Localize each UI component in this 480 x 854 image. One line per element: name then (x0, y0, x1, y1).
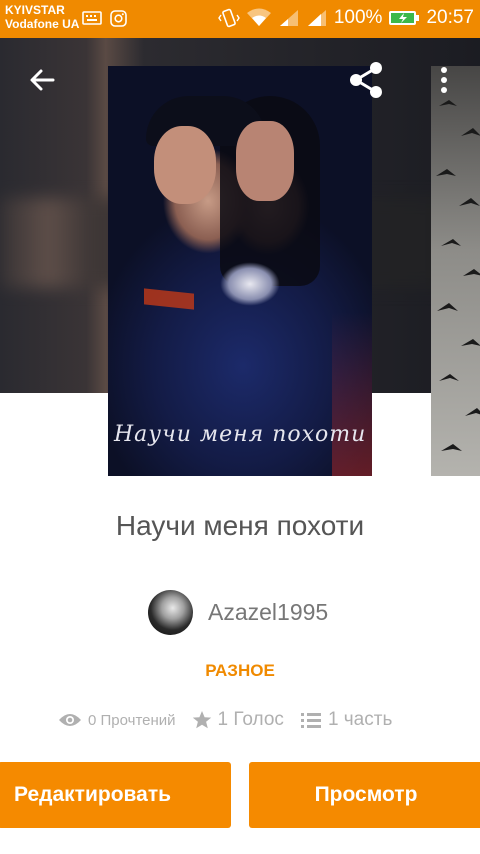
battery-charging-icon (389, 11, 420, 25)
cover-red-tint (332, 66, 372, 476)
battery-percent: 100% (333, 7, 383, 28)
signal-2-icon (307, 10, 326, 26)
reads-stat: 0 Прочтений (58, 712, 176, 729)
carrier-names: KYIVSTAR Vodafone UA (5, 3, 79, 31)
story-category[interactable]: РАЗНОЕ (0, 661, 480, 681)
story-cover[interactable]: Научи меня похоти (108, 66, 372, 476)
back-arrow-icon[interactable] (26, 64, 58, 96)
list-icon (300, 713, 321, 728)
signal-1-icon (279, 10, 298, 26)
share-icon[interactable] (346, 60, 386, 100)
story-stats: 0 Прочтений 1 Голос 1 часть (58, 709, 408, 731)
keyboard-icon (82, 11, 102, 25)
parts-stat: 1 часть (300, 709, 392, 731)
parts-count: 1 часть (327, 709, 393, 730)
vibrate-icon (218, 8, 240, 28)
votes-count: 1 Голос (217, 709, 284, 730)
cover-face-man (154, 126, 216, 204)
edit-button[interactable]: Редактировать (0, 762, 231, 828)
next-story-cover[interactable] (431, 66, 480, 476)
reads-count: 0 Прочтений (88, 711, 176, 729)
eye-icon (59, 714, 81, 726)
wifi-icon (246, 8, 271, 26)
author-name[interactable]: Azazel1995 (208, 599, 328, 626)
carrier-1: KYIVSTAR (5, 3, 65, 17)
birds-pattern (436, 100, 480, 451)
more-vert-icon[interactable] (434, 64, 454, 96)
votes-stat: 1 Голос (192, 709, 284, 731)
star-icon (192, 711, 211, 729)
author-row[interactable]: Azazel1995 (148, 590, 328, 635)
view-button[interactable]: Просмотр (249, 762, 480, 828)
author-avatar[interactable] (148, 590, 193, 635)
cover-title-text: Научи меня похоти (114, 422, 367, 447)
status-bar: KYIVSTAR Vodafone UA 100% 20:57 (0, 0, 480, 38)
carrier-2: Vodafone UA (5, 17, 80, 31)
story-title: Научи меня похоти (115, 510, 365, 541)
clock: 20:57 (426, 7, 474, 28)
cover-face-woman (236, 121, 294, 201)
cover-hoodie-logo (220, 262, 280, 306)
instagram-icon (110, 10, 127, 27)
